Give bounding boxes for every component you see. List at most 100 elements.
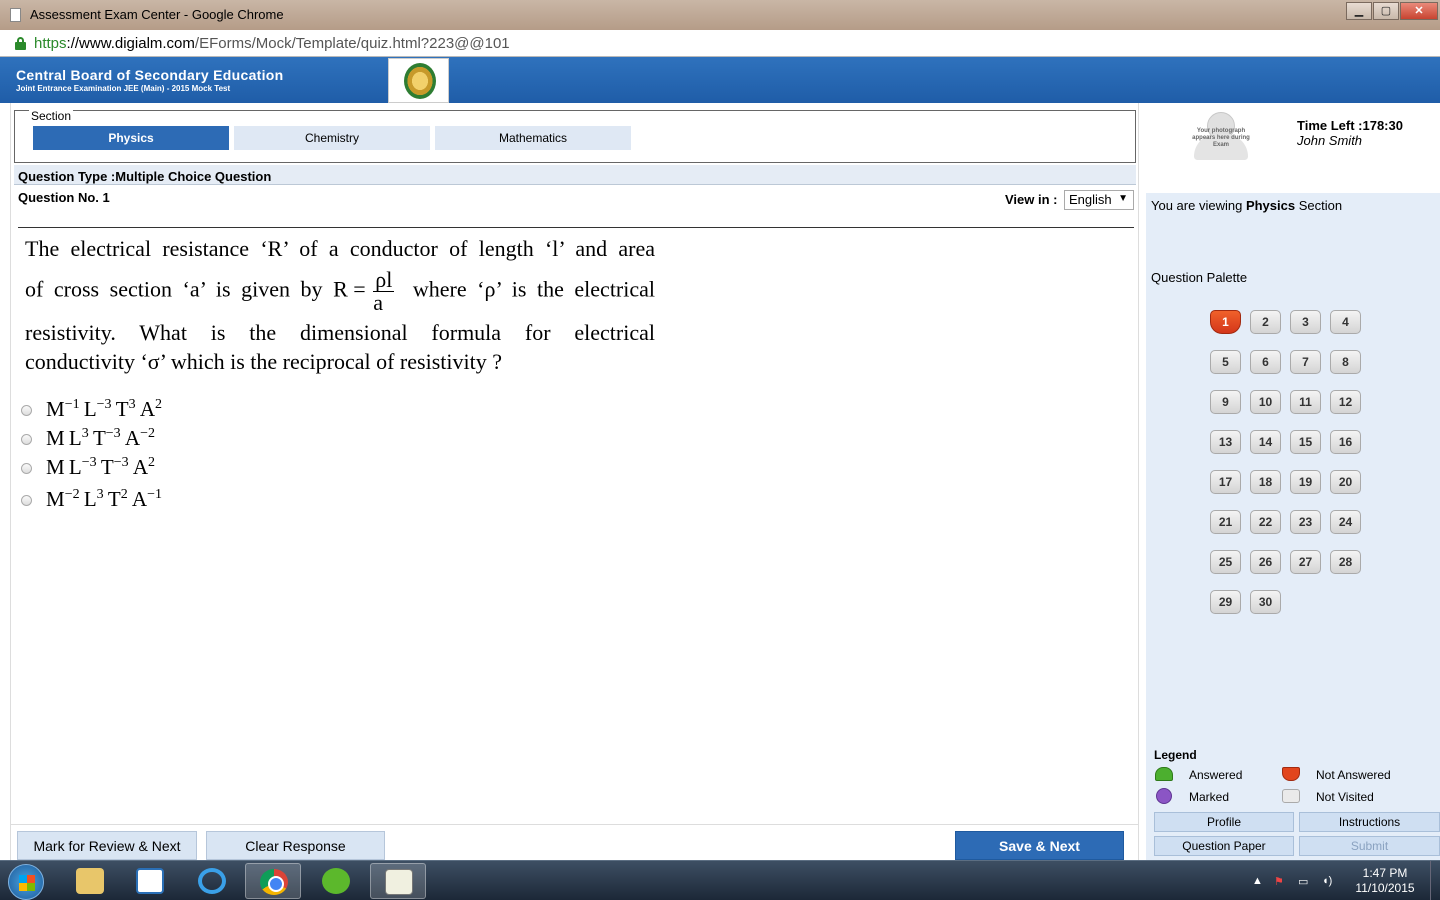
palette-question-button[interactable]: 8: [1330, 350, 1361, 374]
minimize-button[interactable]: ▁: [1346, 2, 1372, 20]
palette-question-button[interactable]: 1: [1210, 310, 1241, 334]
save-next-button[interactable]: Save & Next: [955, 831, 1124, 860]
option-text: M L3 T−3 A−2: [46, 426, 155, 451]
option-exponent: −2: [64, 487, 80, 502]
url-text[interactable]: https://www.digialm.com/EForms/Mock/Temp…: [34, 35, 510, 52]
utorrent-taskbar-button[interactable]: [308, 863, 364, 899]
option-radio[interactable]: [21, 463, 32, 474]
palette-question-button[interactable]: 21: [1210, 510, 1241, 534]
option-text: M−1 L−3 T3 A2: [46, 397, 162, 422]
palette-question-button[interactable]: 24: [1330, 510, 1361, 534]
ie-taskbar-button[interactable]: [184, 863, 240, 899]
palette-question-button[interactable]: 16: [1330, 430, 1361, 454]
exam-header: Central Board of Secondary Education Joi…: [0, 57, 1440, 103]
palette-question-button[interactable]: 25: [1210, 550, 1241, 574]
option-radio[interactable]: [21, 495, 32, 506]
formula-numerator: ρl: [373, 267, 395, 292]
internet-explorer-icon: [198, 868, 226, 894]
notepad-taskbar-button[interactable]: [370, 863, 426, 899]
mark-review-next-button[interactable]: Mark for Review & Next: [17, 831, 197, 860]
folder-icon: [76, 868, 104, 894]
system-clock[interactable]: 1:47 PM 11/10/2015: [1355, 866, 1415, 896]
cbse-logo: [388, 58, 449, 103]
taskbar: ▲ ⚑ ▭ ◖) 1:47 PM 11/10/2015: [0, 860, 1440, 900]
option-exponent: 3: [81, 426, 89, 441]
palette-question-button[interactable]: 9: [1210, 390, 1241, 414]
language-select[interactable]: English ▼: [1064, 190, 1134, 210]
address-bar[interactable]: https://www.digialm.com/EForms/Mock/Temp…: [0, 30, 1440, 57]
question-type: Question Type :Multiple Choice Question: [14, 165, 1136, 185]
palette-question-button[interactable]: 10: [1250, 390, 1281, 414]
palette-question-button[interactable]: 4: [1330, 310, 1361, 334]
option-symbol: L: [68, 455, 82, 479]
option-exponent: 2: [154, 397, 162, 412]
maximize-button[interactable]: ▢: [1373, 2, 1399, 20]
tab-mathematics[interactable]: Mathematics: [435, 126, 631, 150]
start-button[interactable]: [8, 864, 44, 900]
palette-question-button[interactable]: 14: [1250, 430, 1281, 454]
palette-question-button[interactable]: 15: [1290, 430, 1321, 454]
legend-not-visited: Not Visited: [1316, 790, 1374, 804]
clear-response-button[interactable]: Clear Response: [206, 831, 385, 860]
explorer-taskbar-button[interactable]: [62, 863, 118, 899]
palette-question-button[interactable]: 26: [1250, 550, 1281, 574]
volume-icon[interactable]: ◖): [1322, 875, 1332, 887]
palette-question-button[interactable]: 29: [1210, 590, 1241, 614]
legend-answered: Answered: [1189, 768, 1243, 782]
palette-question-button[interactable]: 12: [1330, 390, 1361, 414]
option-symbol: M: [46, 487, 65, 511]
palette-question-button[interactable]: 19: [1290, 470, 1321, 494]
tab-chemistry[interactable]: Chemistry: [234, 126, 430, 150]
palette-question-button[interactable]: 22: [1250, 510, 1281, 534]
tray-expand-icon[interactable]: ▲: [1252, 875, 1263, 887]
instructions-button[interactable]: Instructions: [1299, 812, 1440, 832]
option-symbol: T: [107, 487, 121, 511]
palette-question-button[interactable]: 18: [1250, 470, 1281, 494]
close-button[interactable]: ✕: [1400, 2, 1438, 20]
option-text: M−2 L3 T2 A−1: [46, 487, 162, 512]
option-radio[interactable]: [21, 405, 32, 416]
formula-denominator: a: [373, 290, 383, 315]
palette-question-button[interactable]: 13: [1210, 430, 1241, 454]
palette-question-button[interactable]: 3: [1290, 310, 1321, 334]
palette-question-button[interactable]: 6: [1250, 350, 1281, 374]
not-visited-icon: [1282, 789, 1300, 803]
network-icon[interactable]: ▭: [1298, 875, 1308, 888]
utorrent-icon: [322, 868, 350, 894]
divider: [18, 227, 1134, 228]
side-panel: Your photograph appears here during Exam…: [1146, 103, 1440, 860]
option-symbol: T: [115, 397, 129, 421]
tab-physics[interactable]: Physics: [33, 126, 229, 150]
exam-name: Joint Entrance Examination JEE (Main) - …: [16, 84, 231, 93]
lock-icon: [15, 37, 26, 50]
media-player-taskbar-button[interactable]: [122, 863, 178, 899]
chrome-taskbar-button[interactable]: [245, 863, 301, 899]
palette-question-button[interactable]: 7: [1290, 350, 1321, 374]
palette-question-button[interactable]: 27: [1290, 550, 1321, 574]
palette-question-button[interactable]: 23: [1290, 510, 1321, 534]
option-exponent: −2: [140, 426, 155, 441]
palette-question-button[interactable]: 5: [1210, 350, 1241, 374]
footer-divider: [11, 824, 1138, 825]
palette-question-button[interactable]: 20: [1330, 470, 1361, 494]
notepad-icon: [385, 869, 413, 895]
profile-button[interactable]: Profile: [1154, 812, 1294, 832]
page-icon: [10, 8, 21, 22]
submit-button[interactable]: Submit: [1299, 836, 1440, 856]
palette-question-button[interactable]: 30: [1250, 590, 1281, 614]
formula-lhs: R =: [333, 276, 366, 302]
palette-question-button[interactable]: 2: [1250, 310, 1281, 334]
option-exponent: −1: [147, 487, 162, 502]
show-desktop-button[interactable]: [1430, 861, 1440, 900]
action-center-icon[interactable]: ⚑: [1274, 875, 1284, 888]
question-line-formula: of cross section ‘a’ is given by R = ρl …: [25, 267, 656, 315]
palette-question-button[interactable]: 11: [1290, 390, 1321, 414]
question-text: The electrical resistance ‘R’ of a condu…: [25, 234, 655, 376]
option-symbol: A: [132, 455, 148, 479]
question-paper-button[interactable]: Question Paper: [1154, 836, 1294, 856]
palette-question-button[interactable]: 17: [1210, 470, 1241, 494]
palette-question-button[interactable]: 28: [1330, 550, 1361, 574]
language-value: English: [1069, 192, 1112, 207]
option-exponent: −3: [96, 397, 112, 412]
option-radio[interactable]: [21, 434, 32, 445]
